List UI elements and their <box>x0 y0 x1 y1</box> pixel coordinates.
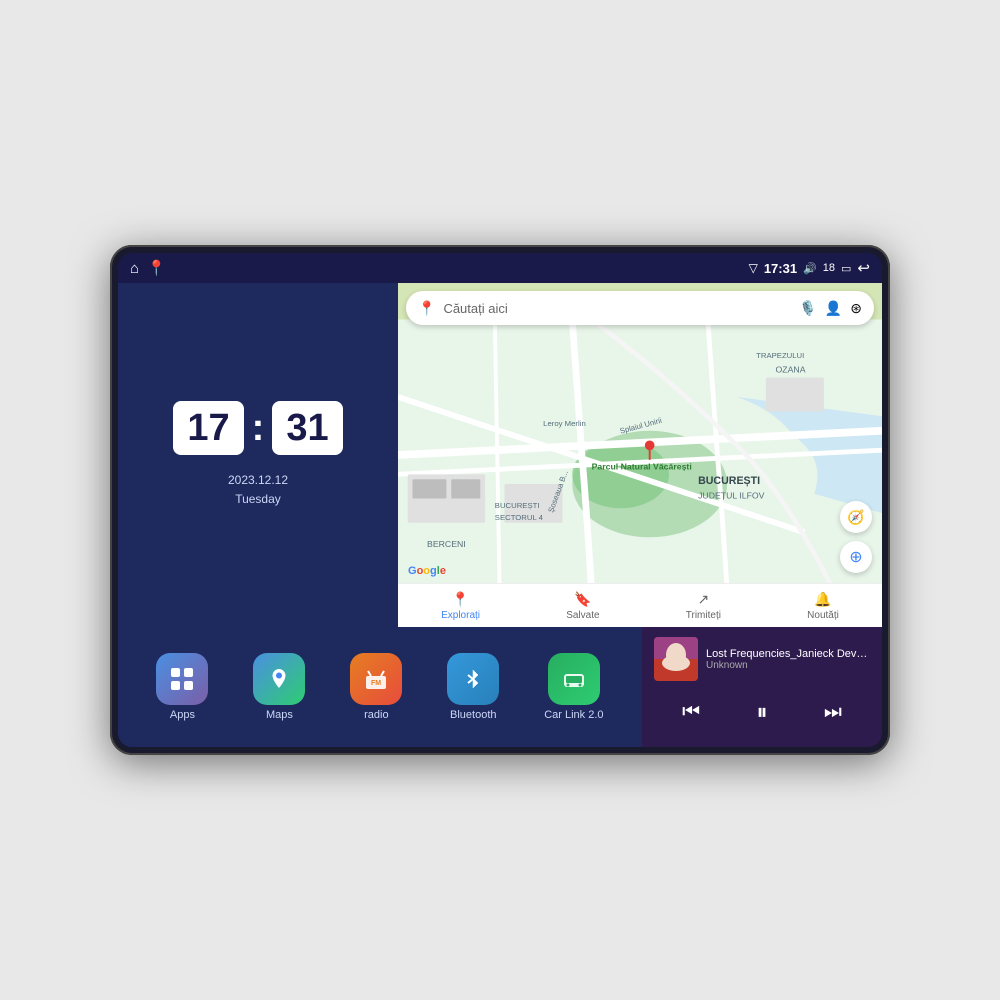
map-search-bar[interactable]: 📍 Căutați aici 🎙️ 👤 ⊛ <box>406 291 874 325</box>
map-compass-button[interactable]: 🧭 <box>840 501 872 533</box>
apps-panel: Apps Maps <box>118 627 642 747</box>
app-item-radio[interactable]: FM radio <box>350 653 402 721</box>
main-content: 17 : 31 2023.12.12 Tuesday <box>118 283 882 747</box>
app-item-maps[interactable]: Maps <box>253 653 305 721</box>
app-item-apps[interactable]: Apps <box>156 653 208 721</box>
carlink-label: Car Link 2.0 <box>544 709 603 721</box>
volume-icon: 🔊 <box>803 262 817 275</box>
map-location-button[interactable]: ⊕ <box>840 541 872 573</box>
svg-text:SECTORUL 4: SECTORUL 4 <box>495 513 544 522</box>
status-right: ▽ 17:31 🔊 18 ▭ ↩ <box>749 259 870 277</box>
svg-text:Parcul Natural Văcărești: Parcul Natural Văcărești <box>592 462 692 472</box>
map-search-icons: 🎙️ 👤 ⊛ <box>799 300 862 317</box>
music-next-button[interactable]: ⏭ <box>816 697 850 728</box>
radio-icon: FM <box>350 653 402 705</box>
music-album-art <box>654 637 698 681</box>
map-panel[interactable]: BUCUREȘTI JUDEȚUL ILFOV BERCENI BUCUREȘT… <box>398 283 882 627</box>
bell-icon: 🔔 <box>814 591 831 608</box>
clock-panel: 17 : 31 2023.12.12 Tuesday <box>118 283 398 627</box>
music-play-pause-button[interactable]: ⏸ <box>748 695 775 729</box>
apps-icon <box>156 653 208 705</box>
compass-icon: 🧭 <box>847 509 864 526</box>
clock-hours: 17 <box>173 401 243 455</box>
clock-date: 2023.12.12 Tuesday <box>228 471 288 509</box>
svg-text:OZANA: OZANA <box>776 365 806 375</box>
bookmark-icon: 🔖 <box>574 591 591 608</box>
screen: ⌂ 📍 ▽ 17:31 🔊 18 ▭ ↩ 17 : <box>118 253 882 747</box>
carlink-icon <box>548 653 600 705</box>
svg-text:FM: FM <box>371 680 381 687</box>
radio-label: radio <box>364 709 388 721</box>
bluetooth-label: Bluetooth <box>450 709 496 721</box>
maps-label: Maps <box>266 709 293 721</box>
music-track-info: Lost Frequencies_Janieck Devy-... Unknow… <box>654 637 870 681</box>
account-icon[interactable]: 👤 <box>825 300 842 317</box>
time-display: 17:31 <box>764 261 797 276</box>
app-item-carlink[interactable]: Car Link 2.0 <box>544 653 603 721</box>
apps-label: Apps <box>170 709 195 721</box>
svg-text:Leroy Merlin: Leroy Merlin <box>543 419 586 428</box>
map-nav-news[interactable]: 🔔 Noutăți <box>807 591 839 621</box>
signal-icon: ▽ <box>749 261 758 275</box>
status-bar: ⌂ 📍 ▽ 17:31 🔊 18 ▭ ↩ <box>118 253 882 283</box>
music-prev-button[interactable]: ⏮ <box>674 697 708 728</box>
music-title: Lost Frequencies_Janieck Devy-... <box>706 648 870 660</box>
clock-colon: : <box>252 409 265 447</box>
battery-icon: ▭ <box>841 262 851 275</box>
send-icon: ↗ <box>697 591 709 608</box>
layers-icon[interactable]: ⊛ <box>850 300 862 317</box>
map-bottom-bar: 📍 Explorați 🔖 Salvate ↗ Trimiteți 🔔 <box>398 583 882 627</box>
google-maps-pin-icon: 📍 <box>418 300 435 317</box>
music-controls: ⏮ ⏸ ⏭ <box>654 695 870 729</box>
explore-icon: 📍 <box>452 591 469 608</box>
top-section: 17 : 31 2023.12.12 Tuesday <box>118 283 882 627</box>
svg-text:TRAPEZULUI: TRAPEZULUI <box>756 351 804 360</box>
volume-level: 18 <box>823 262 835 274</box>
music-artist: Unknown <box>706 660 870 671</box>
svg-text:BUCUREȘTI: BUCUREȘTI <box>495 501 540 510</box>
music-text: Lost Frequencies_Janieck Devy-... Unknow… <box>706 648 870 671</box>
clock-minutes: 31 <box>272 401 342 455</box>
car-head-unit: ⌂ 📍 ▽ 17:31 🔊 18 ▭ ↩ 17 : <box>110 245 890 755</box>
maps-icon <box>253 653 305 705</box>
clock-display: 17 : 31 <box>173 401 342 455</box>
music-panel: Lost Frequencies_Janieck Devy-... Unknow… <box>642 627 882 747</box>
app-item-bluetooth[interactable]: Bluetooth <box>447 653 499 721</box>
svg-text:BUCUREȘTI: BUCUREȘTI <box>698 475 760 487</box>
home-icon[interactable]: ⌂ <box>130 260 139 277</box>
voice-search-icon[interactable]: 🎙️ <box>799 300 816 317</box>
back-icon[interactable]: ↩ <box>857 259 870 277</box>
google-logo: Google <box>408 565 446 577</box>
bluetooth-icon <box>447 653 499 705</box>
map-search-text[interactable]: Căutați aici <box>443 301 791 316</box>
map-nav-saved[interactable]: 🔖 Salvate <box>566 591 599 621</box>
status-left: ⌂ 📍 <box>130 259 166 277</box>
svg-text:BERCENI: BERCENI <box>427 539 466 549</box>
maps-pin-icon[interactable]: 📍 <box>147 259 166 277</box>
map-nav-send[interactable]: ↗ Trimiteți <box>686 591 721 621</box>
map-nav-explore[interactable]: 📍 Explorați <box>441 591 480 621</box>
map-svg: BUCUREȘTI JUDEȚUL ILFOV BERCENI BUCUREȘT… <box>398 283 882 627</box>
bottom-section: Apps Maps <box>118 627 882 747</box>
location-icon: ⊕ <box>849 547 862 567</box>
svg-text:JUDEȚUL ILFOV: JUDEȚUL ILFOV <box>698 491 765 501</box>
